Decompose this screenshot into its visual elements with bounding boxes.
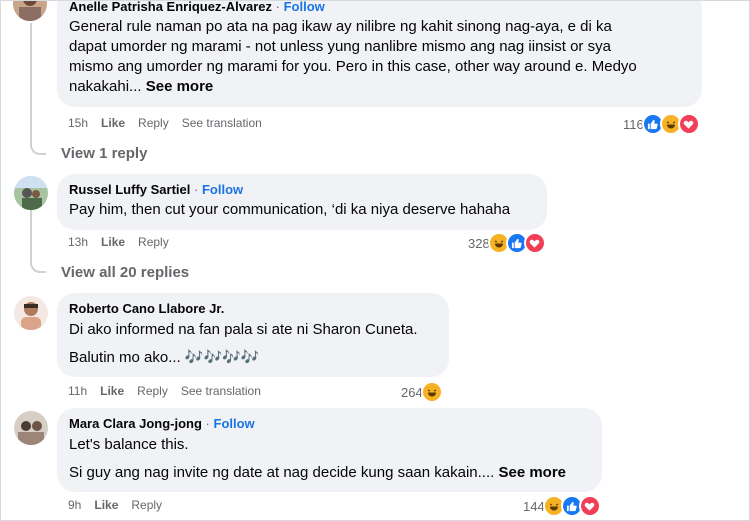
reply-button[interactable]: Reply [131,498,162,512]
comment-author[interactable]: Mara Clara Jong-jong [69,416,202,431]
comment-author-row: Russel Luffy Sartiel · Follow [69,182,535,198]
comment-author-row: Anelle Patrisha Enriquez-Alvarez · Follo… [69,0,690,15]
comment-author[interactable]: Roberto Cano Llabore Jr. [69,301,224,316]
reply-button[interactable]: Reply [138,235,169,249]
comment-author-row: Mara Clara Jong-jong · Follow [69,416,590,432]
follow-button[interactable]: Follow [214,416,255,431]
comment-bubble: Roberto Cano Llabore Jr. Di ako informed… [57,293,449,377]
comment-author[interactable]: Russel Luffy Sartiel [69,182,190,197]
comment-text: General rule naman po ata na pag ikaw ay… [69,17,690,97]
comment-text-line: Si guy ang nag invite ng date at nag dec… [69,464,495,481]
comment-time[interactable]: 15h [68,116,88,130]
see-translation-link[interactable]: See translation [181,384,261,398]
reaction-count: 144 [523,498,545,514]
thread-line [30,23,32,141]
comment-text: Si guy ang nag invite ng date at nag dec… [69,463,590,483]
reaction-summary[interactable]: 328 [468,232,546,254]
comment-line: General rule naman po ata na pag ikaw ay… [69,18,612,35]
thread-curve [30,141,46,155]
comment-text: Pay him, then cut your communication, ‘d… [69,201,511,218]
avatar[interactable] [14,176,48,210]
comment-time[interactable]: 11h [68,384,87,398]
see-more-link[interactable]: See more [498,464,566,481]
comment-author[interactable]: Anelle Patrisha Enriquez-Alvarez [69,1,272,14]
comment-time[interactable]: 13h [68,235,88,249]
comment-author-row: Roberto Cano Llabore Jr. [69,301,437,317]
comment-bubble: Russel Luffy Sartiel · Follow Pay him, t… [57,174,547,230]
love-icon [677,113,700,135]
comment-line-text: nakakahi... [69,78,142,95]
separator-dot: · [194,182,199,197]
avatar[interactable] [13,1,47,21]
see-more-link[interactable]: See more [146,78,214,95]
comment-line: mismo ang umorder ng marami for you. Per… [69,58,637,75]
comment-actions: 9h Like Reply [68,498,175,512]
reply-button[interactable]: Reply [138,116,169,130]
view-replies-link[interactable]: View all 20 replies [61,264,189,281]
avatar[interactable] [14,296,48,330]
reaction-summary[interactable]: 144 [523,495,601,517]
love-icon [523,232,546,254]
see-translation-link[interactable]: See translation [182,116,262,130]
follow-button[interactable]: Follow [284,1,325,14]
thread-line [30,209,32,260]
comment-actions: 15h Like Reply See translation [68,116,275,130]
comment-line: nakakahi... See more [69,77,690,97]
comment-line: dapat umorder ng marami - not unless yun… [69,38,611,55]
comment-time[interactable]: 9h [68,498,81,512]
like-button[interactable]: Like [101,235,125,249]
like-button[interactable]: Like [101,116,125,130]
comment-text: Di ako informed na fan pala si ate ni Sh… [69,321,418,338]
comments-panel: Anelle Patrisha Enriquez-Alvarez · Follo… [0,0,750,521]
haha-icon [420,381,443,403]
like-button[interactable]: Like [100,384,124,398]
comment-actions: 13h Like Reply [68,235,182,249]
reaction-count: 264 [401,384,423,400]
separator-dot: · [275,0,280,14]
view-replies-link[interactable]: View 1 reply [61,145,147,162]
love-icon [578,495,601,517]
comment-text: Balutin mo ako... 🎶🎶🎶🎶 [69,349,260,366]
reaction-count: 328 [468,235,490,251]
separator-dot: · [205,416,210,431]
avatar[interactable] [14,411,48,445]
reaction-summary[interactable]: 116 [623,113,700,135]
comment-text: Let's balance this. [69,436,189,453]
follow-button[interactable]: Follow [202,182,243,197]
comment-actions: 11h Like Reply See translation [68,384,274,398]
reaction-summary[interactable]: 264 [401,381,443,403]
reply-button[interactable]: Reply [137,384,168,398]
comment-bubble: Anelle Patrisha Enriquez-Alvarez · Follo… [57,0,702,107]
like-button[interactable]: Like [94,498,118,512]
thread-curve [30,259,46,273]
comment-bubble: Mara Clara Jong-jong · Follow Let's bala… [57,408,602,492]
reaction-count: 116 [623,116,644,132]
